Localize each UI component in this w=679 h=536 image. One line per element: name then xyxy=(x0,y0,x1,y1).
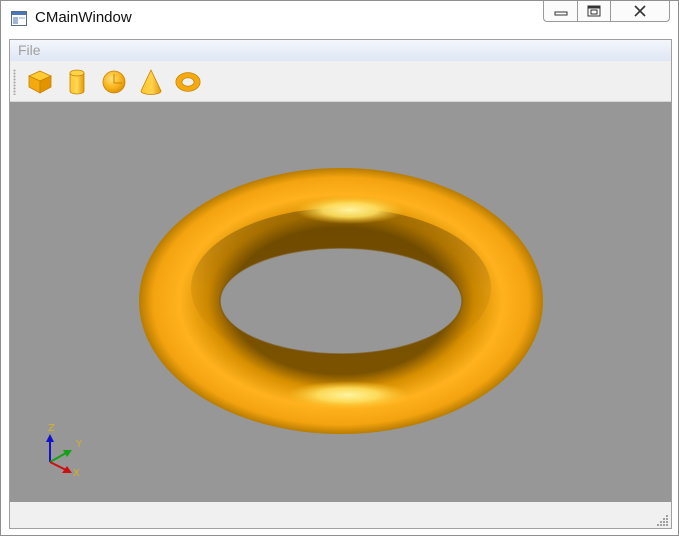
main-window: CMainWindow File Z Y X xyxy=(0,0,679,536)
sphere-icon xyxy=(102,70,126,94)
size-grip-icon[interactable] xyxy=(657,514,669,526)
title-bar[interactable]: CMainWindow xyxy=(1,1,678,35)
sphere-button[interactable] xyxy=(100,68,128,96)
caption-buttons xyxy=(543,1,670,23)
axis-triad: Z Y X xyxy=(46,423,83,479)
box-button[interactable] xyxy=(26,68,54,96)
torus-icon xyxy=(175,72,201,92)
app-icon xyxy=(11,11,27,26)
maximize-button[interactable] xyxy=(577,1,610,22)
minimize-icon xyxy=(554,11,567,16)
cone-button[interactable] xyxy=(137,68,165,96)
cone-icon xyxy=(140,69,162,95)
maximize-icon xyxy=(587,5,601,17)
toolbar-grip[interactable] xyxy=(13,69,16,95)
axis-y-label: Y xyxy=(75,439,83,450)
minimize-button[interactable] xyxy=(543,1,577,22)
menu-bar: File xyxy=(10,40,671,61)
cylinder-button[interactable] xyxy=(63,68,91,96)
client-area: File Z Y X xyxy=(9,39,672,529)
3d-viewer[interactable]: Z Y X xyxy=(10,102,671,502)
close-icon xyxy=(634,5,646,17)
toolbar xyxy=(10,63,671,102)
menu-file[interactable]: File xyxy=(18,42,41,58)
box-icon xyxy=(28,70,52,94)
window-title: CMainWindow xyxy=(35,9,132,26)
status-bar xyxy=(10,502,671,528)
close-button[interactable] xyxy=(610,1,670,22)
torus-button[interactable] xyxy=(174,68,202,96)
axis-x-label: X xyxy=(73,468,80,479)
axis-z-label: Z xyxy=(48,423,55,434)
cylinder-icon xyxy=(69,69,85,95)
